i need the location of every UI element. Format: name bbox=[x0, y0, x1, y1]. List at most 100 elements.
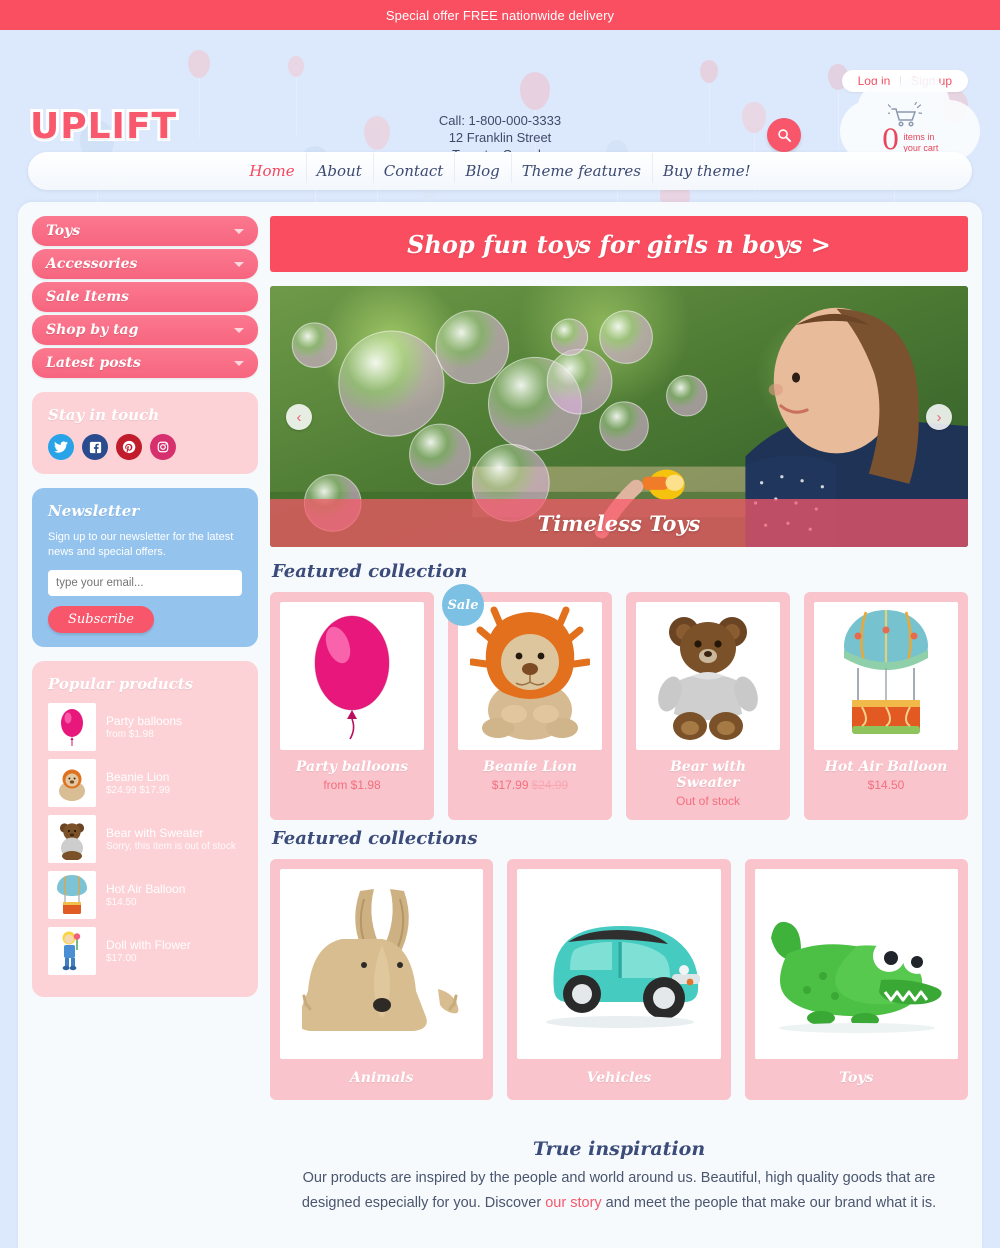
sidebar-item-shop-by-tag[interactable]: Shop by tag bbox=[32, 315, 258, 345]
list-item[interactable]: Beanie Lion $24.99 $17.99 bbox=[48, 759, 242, 807]
product-price-original: $24.99 bbox=[531, 778, 569, 792]
product-price: $14.50 bbox=[106, 897, 137, 908]
product-info: Beanie Lion $17.99 $24.99 bbox=[458, 750, 602, 804]
collection-label: Toys bbox=[839, 1070, 874, 1086]
product-card-hot-air-balloon[interactable]: Hot Air Balloon $14.50 bbox=[804, 592, 968, 820]
sidebar-item-accessories[interactable]: Accessories bbox=[32, 249, 258, 279]
chevron-down-icon bbox=[234, 228, 244, 234]
twitter-icon[interactable] bbox=[48, 434, 74, 460]
collection-card-vehicles[interactable]: Vehicles bbox=[507, 859, 731, 1100]
product-price: from $1.98 bbox=[282, 778, 422, 792]
widget-title: Newsletter bbox=[48, 502, 140, 520]
product-name: Bear with Sweater bbox=[669, 759, 747, 791]
featured-collection-grid: Party balloons from $1.98 Sale Beanie Li… bbox=[270, 584, 968, 820]
search-icon bbox=[777, 128, 792, 143]
cart-count: 0 bbox=[881, 123, 900, 156]
slide-caption: Timeless Toys bbox=[270, 499, 968, 547]
collection-image bbox=[517, 869, 721, 1059]
content-panel: Toys Accessories Sale Items Shop by tag … bbox=[18, 202, 982, 1248]
status-badge: Sale bbox=[442, 584, 484, 626]
product-name: Party balloons bbox=[106, 714, 183, 728]
inspiration-body: Our products are inspired by the people … bbox=[300, 1166, 938, 1216]
list-item[interactable]: Bear with Sweater Sorry, this item is ou… bbox=[48, 815, 242, 863]
product-name: Doll with Flower bbox=[106, 938, 191, 952]
category-label: Shop by tag bbox=[46, 322, 139, 338]
product-info: Bear with Sweater Out of stock bbox=[636, 750, 780, 820]
nav-item-blog[interactable]: Blog bbox=[454, 153, 510, 183]
product-thumbnail bbox=[48, 927, 96, 975]
featured-collections-title: Featured collections bbox=[272, 828, 478, 849]
product-info: Hot Air Balloon $14.50 bbox=[814, 750, 958, 804]
product-stock-status: Out of stock bbox=[675, 794, 741, 808]
collection-card-animals[interactable]: Animals bbox=[270, 859, 494, 1100]
slider-prev-button[interactable]: ‹ bbox=[286, 404, 312, 430]
collection-label: Animals bbox=[349, 1070, 414, 1086]
newsletter-widget: Newsletter Sign up to our newsletter for… bbox=[32, 488, 258, 647]
product-name: Party balloons bbox=[295, 759, 409, 775]
nav-item-about[interactable]: About bbox=[305, 153, 373, 183]
nav-item-theme-features[interactable]: Theme features bbox=[510, 153, 652, 183]
promo-banner[interactable]: Shop fun toys for girls n boys > bbox=[270, 216, 968, 272]
collection-label: Vehicles bbox=[586, 1070, 652, 1086]
product-price-current: from $1.98 bbox=[323, 778, 381, 792]
list-item[interactable]: Party balloons from $1.98 bbox=[48, 703, 242, 751]
promo-text: Shop fun toys for girls n boys > bbox=[407, 229, 831, 259]
list-item[interactable]: Doll with Flower $17.00 bbox=[48, 927, 242, 975]
product-card-beanie-lion[interactable]: Sale Beanie Lion $17.99 $24.99 bbox=[442, 584, 612, 820]
announcement-text: Special offer FREE nationwide delivery bbox=[385, 7, 615, 23]
product-card-bear-with-sweater[interactable]: Bear with Sweater Out of stock bbox=[626, 592, 790, 820]
collection-card-toys[interactable]: Toys bbox=[744, 859, 968, 1100]
product-info: Party balloons from $1.98 bbox=[280, 750, 424, 804]
subscribe-button[interactable]: Subscribe bbox=[48, 606, 154, 633]
product-info: Party balloons from $1.98 bbox=[106, 714, 182, 740]
facebook-icon[interactable] bbox=[82, 434, 108, 460]
nav-item-contact[interactable]: Contact bbox=[372, 153, 455, 183]
popular-products-widget: Popular products Party balloons from $1.… bbox=[32, 661, 258, 997]
product-card-party-balloons[interactable]: Party balloons from $1.98 bbox=[270, 592, 434, 820]
sidebar-item-latest-posts[interactable]: Latest posts bbox=[32, 348, 258, 378]
product-thumbnail bbox=[48, 703, 96, 751]
inspiration-section: True inspiration Our products are inspir… bbox=[270, 1100, 968, 1226]
product-name: Bear with Sweater bbox=[106, 826, 204, 840]
category-label: Sale Items bbox=[46, 289, 129, 305]
slider-next-button[interactable]: › bbox=[926, 404, 952, 430]
product-info: Beanie Lion $24.99 $17.99 bbox=[106, 770, 170, 796]
cart-label: items in your cart bbox=[903, 132, 938, 154]
hero-slider[interactable]: ‹ › Timeless Toys bbox=[270, 286, 968, 547]
stay-in-touch-widget: Stay in touch bbox=[32, 392, 258, 474]
product-price: Out of stock bbox=[638, 794, 778, 808]
product-price: $17.00 bbox=[106, 953, 137, 964]
inspiration-text-part2: and meet the people that make our brand … bbox=[601, 1195, 937, 1211]
product-name: Hot Air Balloon bbox=[824, 759, 948, 775]
collection-image bbox=[280, 869, 484, 1059]
inspiration-title: True inspiration bbox=[532, 1138, 706, 1160]
product-thumbnail bbox=[48, 759, 96, 807]
product-image bbox=[814, 602, 958, 750]
product-info: Doll with Flower $17.00 bbox=[106, 938, 191, 964]
sidebar-item-sale-items[interactable]: Sale Items bbox=[32, 282, 258, 312]
product-info: Bear with Sweater Sorry, this item is ou… bbox=[106, 826, 236, 852]
product-name: Hot Air Balloon bbox=[106, 882, 186, 896]
chevron-down-icon bbox=[234, 261, 244, 267]
nav-item-buy-theme[interactable]: Buy theme! bbox=[652, 153, 762, 183]
product-price: $24.99 $17.99 bbox=[106, 785, 170, 796]
product-price-current: $17.99 bbox=[491, 778, 529, 792]
newsletter-email-input[interactable] bbox=[48, 570, 242, 596]
main-navigation: Home About Contact Blog Theme features B… bbox=[28, 152, 972, 190]
pinterest-icon[interactable] bbox=[116, 434, 142, 460]
cart-label-line1: items in bbox=[903, 132, 935, 142]
product-image bbox=[280, 602, 424, 750]
sidebar: Toys Accessories Sale Items Shop by tag … bbox=[32, 216, 258, 1248]
announcement-bar: Special offer FREE nationwide delivery bbox=[0, 0, 1000, 30]
sidebar-item-toys[interactable]: Toys bbox=[32, 216, 258, 246]
our-story-link[interactable]: our story bbox=[545, 1195, 601, 1211]
search-button[interactable] bbox=[767, 118, 801, 152]
product-price: $14.50 bbox=[816, 778, 956, 792]
slide-caption-text: Timeless Toys bbox=[537, 510, 701, 536]
instagram-icon[interactable] bbox=[150, 434, 176, 460]
nav-item-home[interactable]: Home bbox=[238, 162, 305, 180]
product-image bbox=[636, 602, 780, 750]
list-item[interactable]: Hot Air Balloon $14.50 bbox=[48, 871, 242, 919]
collection-image bbox=[754, 869, 958, 1059]
product-info: Hot Air Balloon $14.50 bbox=[106, 882, 185, 908]
